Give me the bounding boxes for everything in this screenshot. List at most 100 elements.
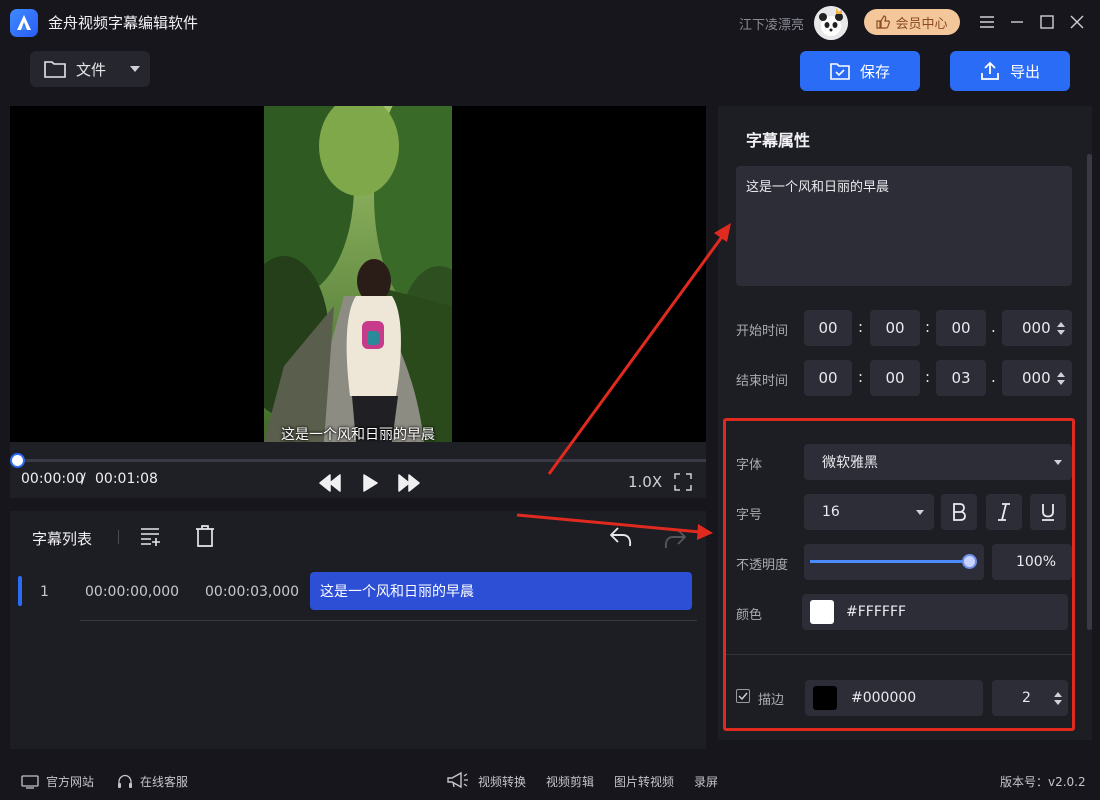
row-index: 1 — [40, 584, 49, 600]
vip-center-label: 会员中心 — [895, 16, 948, 32]
maximize-button[interactable] — [1037, 12, 1057, 32]
menu-button[interactable] — [977, 12, 997, 32]
start-hours-input[interactable]: 00 — [804, 310, 852, 346]
app-title: 金舟视频字幕编辑软件 — [48, 14, 199, 32]
end-time-label: 结束时间 — [736, 374, 789, 389]
fullscreen-button[interactable] — [674, 473, 692, 495]
image-to-video-link[interactable]: 图片转视频 — [614, 773, 674, 790]
user-name[interactable]: 江下凌漂亮 — [739, 14, 804, 33]
subtitle-list-panel — [10, 511, 706, 749]
end-ms-spinner[interactable] — [1056, 371, 1065, 385]
close-button[interactable] — [1067, 12, 1087, 32]
vip-center-button[interactable]: 会员中心 — [864, 9, 960, 35]
caret-down-icon — [130, 66, 141, 72]
row-subtitle-text[interactable]: 这是一个风和日丽的早晨 — [310, 572, 692, 610]
fast-forward-button[interactable] — [398, 474, 420, 496]
maximize-icon — [1040, 15, 1054, 29]
end-minutes-input[interactable]: 00 — [870, 360, 920, 396]
save-folder-icon — [830, 63, 850, 80]
time-colon: : — [925, 368, 931, 386]
time-colon: : — [925, 318, 931, 336]
fullscreen-icon — [674, 473, 692, 491]
undo-icon — [610, 527, 632, 547]
annotation-highlight-box — [723, 418, 1075, 731]
progress-track[interactable] — [18, 459, 706, 462]
delete-subtitle-button[interactable] — [195, 525, 215, 551]
minimize-button[interactable] — [1007, 12, 1027, 32]
start-ms-input[interactable]: 000 — [1002, 310, 1072, 346]
hamburger-menu-icon — [980, 16, 994, 28]
play-button[interactable] — [362, 474, 378, 496]
row-divider — [80, 620, 697, 621]
upload-icon — [981, 61, 999, 80]
fast-forward-icon — [398, 474, 420, 492]
headset-icon — [118, 774, 132, 788]
end-ms-input[interactable]: 000 — [1002, 360, 1072, 396]
video-convert-link[interactable]: 视频转换 — [478, 773, 526, 790]
minimize-icon — [1011, 21, 1023, 23]
time-separator: / — [81, 471, 86, 487]
export-button[interactable]: 导出 — [950, 51, 1070, 91]
save-label: 保存 — [859, 62, 890, 81]
subtitle-list-title: 字幕列表 — [32, 530, 93, 548]
end-hours-input[interactable]: 00 — [804, 360, 852, 396]
spin-down-icon[interactable] — [1056, 379, 1065, 385]
rewind-button[interactable] — [319, 474, 341, 496]
selected-row-marker — [18, 576, 22, 606]
time-dot: . — [991, 318, 996, 336]
properties-title: 字幕属性 — [746, 131, 811, 150]
current-time: 00:00:00 — [21, 471, 84, 487]
export-label: 导出 — [1009, 62, 1040, 81]
online-support-label: 在线客服 — [140, 775, 189, 789]
play-icon — [363, 474, 378, 492]
time-colon: : — [858, 368, 864, 386]
start-seconds-input[interactable]: 00 — [936, 310, 986, 346]
redo-icon — [664, 529, 686, 549]
avatar[interactable] — [814, 6, 848, 40]
spin-up-icon[interactable] — [1056, 371, 1065, 377]
start-minutes-input[interactable]: 00 — [870, 310, 920, 346]
official-website-link[interactable]: 官方网站 — [21, 773, 94, 790]
redo-button[interactable] — [663, 528, 687, 554]
video-subtitle-overlay: 这是一个风和日丽的早晨 — [281, 427, 435, 443]
spin-up-icon[interactable] — [1056, 321, 1065, 327]
trash-icon — [196, 525, 214, 547]
start-ms-spinner[interactable] — [1056, 321, 1065, 335]
subtitle-text-value: 这是一个风和日丽的早晨 — [746, 180, 890, 195]
online-support-link[interactable]: 在线客服 — [117, 773, 188, 790]
version-label: 版本号：v2.0.2 — [1000, 775, 1086, 789]
end-ms-value: 000 — [1022, 369, 1051, 387]
spin-down-icon[interactable] — [1056, 329, 1065, 335]
forest-road-photo — [264, 106, 452, 442]
save-button[interactable]: 保存 — [800, 51, 920, 91]
monitor-icon — [21, 774, 39, 789]
start-time-label: 开始时间 — [736, 324, 789, 339]
add-list-icon — [141, 528, 160, 546]
subtitle-text-editor[interactable]: 这是一个风和日丽的早晨 — [736, 166, 1072, 286]
logo-icon — [17, 15, 31, 30]
properties-scrollbar[interactable] — [1087, 154, 1092, 630]
row-end-time[interactable]: 00:00:03,000 — [205, 584, 299, 600]
playback-speed[interactable]: 1.0X — [628, 473, 662, 491]
folder-icon — [44, 61, 66, 78]
file-menu-button[interactable]: 文件 — [30, 51, 150, 87]
megaphone-icon — [446, 771, 468, 793]
row-start-time[interactable]: 00:00:00,000 — [85, 584, 179, 600]
row-subtitle-text-value: 这是一个风和日丽的早晨 — [320, 584, 474, 600]
screen-record-link[interactable]: 录屏 — [694, 773, 718, 790]
app-logo — [10, 9, 38, 37]
time-colon: : — [858, 318, 864, 336]
divider — [118, 530, 119, 544]
video-edit-link[interactable]: 视频剪辑 — [546, 773, 594, 790]
panda-avatar-icon — [814, 6, 848, 40]
official-website-label: 官方网站 — [46, 775, 95, 789]
add-subtitle-button[interactable] — [140, 527, 162, 551]
file-menu-label: 文件 — [76, 60, 107, 79]
undo-button[interactable] — [609, 526, 633, 552]
thumbs-up-icon — [876, 15, 891, 29]
end-seconds-input[interactable]: 03 — [936, 360, 986, 396]
player-controls — [10, 442, 706, 498]
time-dot: . — [991, 368, 996, 386]
progress-thumb[interactable] — [10, 453, 25, 468]
rewind-icon — [319, 474, 341, 492]
